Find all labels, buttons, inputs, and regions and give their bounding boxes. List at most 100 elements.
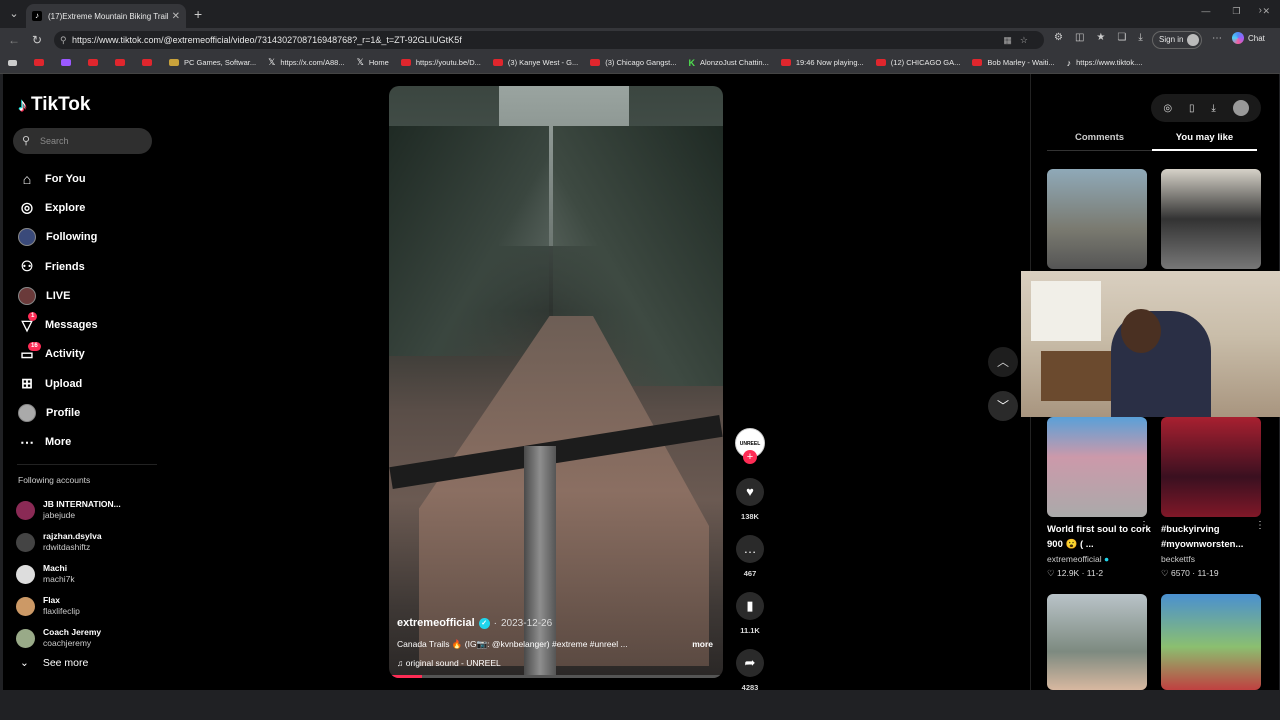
restore-icon[interactable]: ❐ — [1232, 6, 1240, 17]
bookmark-item[interactable]: 𝕏https://x.com/A88... — [268, 57, 344, 68]
sidebar-item-live[interactable]: LIVE — [17, 281, 98, 310]
collections-bookmark-icon[interactable] — [8, 59, 22, 66]
bookmark-item[interactable]: 𝕏 Home — [357, 57, 389, 68]
tab-you-may-like[interactable]: You may like — [1152, 132, 1257, 151]
sidebar-item-profile[interactable]: Profile — [17, 398, 98, 427]
sidebar-item-friends[interactable]: ⚇ Friends — [17, 252, 98, 281]
tab-list-icon[interactable]: ⌄ — [6, 6, 22, 22]
bookmark-item[interactable] — [34, 59, 49, 66]
tab-comments[interactable]: Comments — [1047, 132, 1152, 151]
bookmarks-overflow-icon[interactable]: › — [1259, 5, 1262, 16]
card-options-icon[interactable]: ⋮ — [1139, 520, 1149, 531]
new-tab-icon[interactable]: + — [194, 6, 202, 22]
sidebar-item-for-you[interactable]: ⌂ For You — [17, 164, 98, 193]
video-progress-bar[interactable] — [389, 675, 723, 678]
caption-more-button[interactable]: more — [692, 639, 713, 650]
video-thumbnail[interactable] — [1161, 417, 1261, 517]
chat-label: Chat — [1248, 33, 1265, 43]
bookmark-item[interactable]: Bob Marley - Waiti... — [972, 58, 1055, 67]
sidebar-item-label: Messages — [45, 319, 98, 332]
video-player[interactable]: extremeofficial ✓ · 2023-12-26 Canada Tr… — [389, 86, 723, 678]
sidebar-item-more[interactable]: ⋯ More — [17, 428, 98, 457]
app-icon[interactable]: ▦ — [1003, 35, 1020, 45]
card-author[interactable]: beckettfs — [1161, 554, 1266, 564]
bookmark-item[interactable]: 19:46 Now playing... — [780, 58, 864, 67]
settings-more-icon[interactable]: ⋯ — [1212, 33, 1222, 44]
sidebar-item-upload[interactable]: ⊞ Upload — [17, 369, 98, 398]
following-account[interactable]: Coach Jeremy coachjeremy — [16, 622, 121, 654]
bookmark-item[interactable]: (12) CHICAGO GA... — [875, 58, 960, 67]
bookmark-item[interactable]: (3) Chicago Gangst... — [590, 58, 677, 67]
phone-icon[interactable]: ▯ — [1189, 103, 1195, 114]
tiktok-logo[interactable]: ♪ TikTok — [18, 94, 90, 116]
extensions-icon[interactable]: ⚙ — [1054, 32, 1063, 43]
close-tab-icon[interactable]: ✕ — [172, 11, 180, 22]
bookmark-item[interactable] — [142, 59, 157, 66]
back-icon[interactable]: ← — [8, 33, 20, 47]
favorites-icon[interactable]: ★ — [1096, 32, 1105, 43]
share-action[interactable]: ➦ 4283 — [735, 649, 765, 690]
sidebar-item-explore[interactable]: ◎ Explore — [17, 193, 98, 222]
video-thumbnail[interactable] — [1047, 417, 1147, 517]
close-window-icon[interactable]: ✕ — [1262, 6, 1270, 17]
bookmark-item[interactable]: https://youtu.be/D... — [400, 58, 481, 67]
video-thumbnail[interactable] — [1047, 169, 1147, 269]
video-thumbnail[interactable] — [1161, 594, 1261, 690]
bookmark-item[interactable]: PC Games, Softwar... — [169, 58, 256, 67]
split-screen-icon[interactable]: ◫ — [1075, 32, 1084, 43]
card-author[interactable]: extremeofficial ● — [1047, 554, 1152, 564]
sidebar-item-messages[interactable]: ▽ 1 Messages — [17, 310, 98, 339]
following-account[interactable]: Flax flaxlifeclip — [16, 590, 121, 622]
top-right-toolbar: ◎ ▯ ⤓ — [1151, 94, 1261, 122]
favorite-star-icon[interactable]: ☆ — [1020, 35, 1036, 45]
downloads-icon[interactable]: ⤓ — [1138, 32, 1142, 43]
video-thumbnail[interactable] — [1161, 169, 1261, 269]
bookmark-item[interactable] — [61, 59, 76, 66]
reload-icon[interactable]: ↻ — [32, 33, 42, 47]
save-action[interactable]: ▮ 11.1K — [735, 592, 765, 635]
compass-icon[interactable]: ◎ — [1163, 103, 1172, 114]
card-title[interactable]: #buckyirving #myownworsten... — [1161, 522, 1266, 552]
account-name: JB INTERNATION... — [43, 499, 121, 509]
following-account[interactable]: JB INTERNATION... jabejude — [16, 494, 121, 526]
search-input[interactable]: ⚲ Search — [13, 128, 152, 154]
video-thumbnail[interactable] — [1047, 594, 1147, 690]
bookmark-item[interactable]: (3) Kanye West - G... — [492, 58, 578, 67]
following-account[interactable]: Machi machi7k — [16, 558, 121, 590]
sidebar-item-label: More — [45, 436, 72, 449]
tab-title: (17)Extreme Mountain Biking Trails — [48, 11, 168, 21]
bookmark-item[interactable]: K AlonzoJust Chattin... — [689, 58, 769, 68]
url-field[interactable]: ⚲ https://www.tiktok.com/@extremeofficia… — [54, 31, 1044, 49]
browser-tab[interactable]: ♪ (17)Extreme Mountain Biking Trails ✕ — [26, 4, 186, 28]
card-title[interactable]: World first soul to cork 900 😮 ( ... — [1047, 522, 1152, 552]
bookmark-item[interactable]: ♪ https://www.tiktok.... — [1067, 58, 1143, 68]
chevron-up-icon[interactable]: ︿ — [988, 347, 1018, 377]
bookmark-item[interactable] — [115, 59, 130, 66]
video-sound[interactable]: ♫ original sound - UNREEL — [397, 658, 713, 668]
chevron-down-icon[interactable]: ﹀ — [988, 391, 1018, 421]
user-avatar[interactable] — [1232, 100, 1249, 116]
profile-avatar — [1187, 34, 1200, 46]
sidebar-divider — [17, 464, 157, 465]
see-more-label: See more — [42, 657, 89, 669]
download-icon[interactable]: ⤓ — [1211, 103, 1215, 114]
video-info: extremeofficial ✓ · 2023-12-26 Canada Tr… — [397, 617, 713, 668]
following-account[interactable]: rajzhan.dsylva rdwitdashiftz — [16, 526, 121, 558]
collections-icon[interactable]: ❏ — [1117, 32, 1126, 43]
sidebar-item-following[interactable]: Following — [17, 223, 98, 252]
minimize-icon[interactable]: — — [1201, 6, 1210, 17]
see-more-button[interactable]: ⌄ See more — [20, 657, 88, 669]
sidebar-item-activity[interactable]: ▭ 16 Activity — [17, 340, 98, 369]
sign-in-button[interactable]: Sign in — [1152, 31, 1203, 49]
card-author-name: extremeofficial — [1047, 554, 1102, 564]
account-handle: flaxlifeclip — [43, 606, 80, 616]
site-info-icon[interactable]: ⚲ — [60, 31, 67, 49]
bookmark-item[interactable] — [88, 59, 103, 66]
copilot-chat-button[interactable]: Chat — [1232, 32, 1265, 44]
video-username[interactable]: extremeofficial — [397, 617, 475, 629]
like-action[interactable]: ♥ 138K — [735, 478, 765, 521]
account-handle: jabejude — [43, 510, 76, 520]
card-options-icon[interactable]: ⋮ — [1255, 520, 1265, 531]
comment-action[interactable]: … 467 — [735, 535, 765, 578]
bookmark-label: 19:46 Now playing... — [795, 58, 864, 67]
